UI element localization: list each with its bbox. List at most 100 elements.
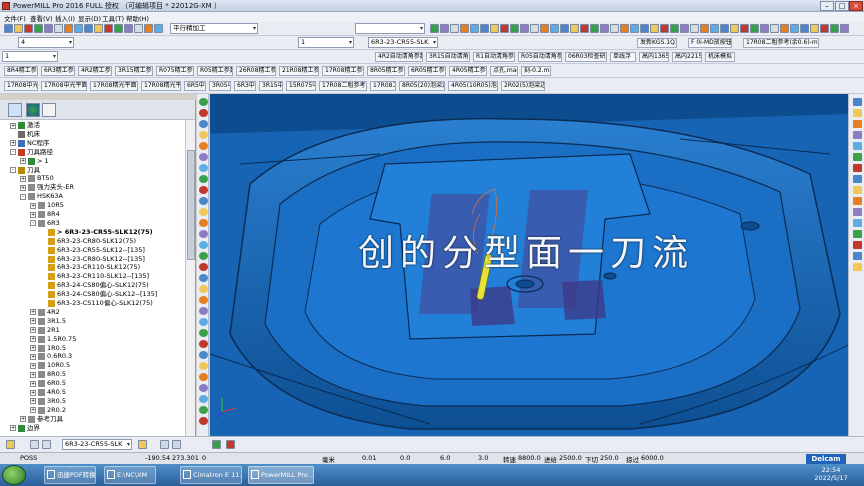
expander-icon[interactable]: + <box>30 211 36 218</box>
macro-button[interactable]: 高内2215 <box>672 52 702 62</box>
view-orientation-icon[interactable] <box>853 208 862 216</box>
toolbar-icon[interactable] <box>144 24 153 33</box>
expander-icon[interactable]: + <box>30 309 36 316</box>
tree-item[interactable]: +4R0.5 <box>30 388 66 397</box>
toolbar-icon[interactable] <box>610 24 619 33</box>
expander-icon[interactable]: + <box>30 362 36 369</box>
macro-button[interactable]: 8R05精工参数 <box>367 66 405 76</box>
expander-icon[interactable]: + <box>30 398 36 405</box>
toolbar-icon[interactable] <box>640 24 649 33</box>
tree-item[interactable]: 6R3-24-CS80偏心-SLK12--[135] <box>40 290 157 299</box>
macro-button[interactable]: 17R08二粗参考(余0.6) <box>319 81 367 91</box>
macro-button[interactable]: 点孔.mac <box>490 66 518 76</box>
macro-button[interactable]: 4R2精工参数 <box>78 66 112 76</box>
tool-list-icon[interactable] <box>160 440 169 449</box>
view-tool-icon[interactable] <box>199 296 208 304</box>
globe-tab-icon[interactable] <box>26 103 40 117</box>
tree-item[interactable]: > 6R3-23-CR55-SLK12(75) <box>40 228 153 237</box>
tree-item[interactable]: + NC程序 <box>10 139 49 148</box>
expander-icon[interactable]: + <box>30 345 36 351</box>
macro-button[interactable]: 4R05精工参数 <box>449 66 487 76</box>
macro-button[interactable]: 4R2自动清角参数 <box>375 52 423 62</box>
macro-button[interactable]: 3R05中圆 <box>209 81 231 91</box>
tree-item[interactable]: - 刀具路径 <box>10 148 53 157</box>
tree-item[interactable]: +8R0.5 <box>30 370 66 379</box>
toolbar-icon[interactable] <box>750 24 759 33</box>
tree-item[interactable]: 6R3-24-CS80偏心-SLK12(75) <box>40 281 149 290</box>
toolbar-icon[interactable] <box>44 24 53 33</box>
view-tool-icon[interactable] <box>199 208 208 216</box>
view-tool-icon[interactable] <box>199 109 208 117</box>
tree-item[interactable]: + 强力夹头-ER <box>20 183 74 192</box>
view-tool-icon[interactable] <box>199 241 208 249</box>
count-combo[interactable]: 1 ▾ <box>298 37 354 48</box>
view-tool-icon[interactable] <box>199 230 208 238</box>
tree-item[interactable]: - HSK63A <box>20 192 63 201</box>
macro-button[interactable]: 8R4精工参数 <box>4 66 38 76</box>
macro-button[interactable]: 3R15自动清角参数 <box>426 52 470 62</box>
toolbar-icon[interactable] <box>94 24 103 33</box>
view-tool-icon[interactable] <box>199 307 208 315</box>
graphics-viewport[interactable]: 创的分型面一刀流 <box>210 94 848 436</box>
toolbar-icon[interactable] <box>440 24 449 33</box>
task-powermill[interactable]: PowerMILL Pro ... <box>248 466 314 484</box>
view-orientation-icon[interactable] <box>853 131 862 139</box>
strategy-combo[interactable]: 平行精加工 ▾ <box>170 23 258 34</box>
explorer-tab-icon[interactable] <box>8 103 22 117</box>
macro-button[interactable]: 2R02(5)泡梁边界 <box>501 81 545 91</box>
toolbar-icon[interactable] <box>490 24 499 33</box>
tree-item[interactable]: +8R4 <box>30 210 60 219</box>
toolbar-icon[interactable] <box>450 24 459 33</box>
expander-icon[interactable]: - <box>10 149 16 156</box>
toolbar-icon[interactable] <box>600 24 609 33</box>
toolbar-icon[interactable] <box>520 24 529 33</box>
tree-item[interactable]: 6R3-23-CR80-SLK12(75) <box>40 237 136 246</box>
expander-icon[interactable]: + <box>20 175 26 182</box>
macro-button[interactable]: 17R08精光平面 <box>141 81 181 91</box>
view-tool-icon[interactable] <box>199 197 208 205</box>
toolbar-icon[interactable] <box>34 24 43 33</box>
macro-button[interactable]: 06R03检查研磨 <box>565 52 607 62</box>
toolbar-icon[interactable] <box>114 24 123 33</box>
toolbar-icon[interactable] <box>84 24 93 33</box>
task-cimatron[interactable]: Cimatron E 11.0... <box>180 466 242 484</box>
view-orientation-icon[interactable] <box>853 241 862 249</box>
view-orientation-icon[interactable] <box>853 153 862 161</box>
macro-button[interactable]: 6R3中圆 <box>234 81 256 91</box>
tree-item[interactable]: +1.5R0.75 <box>30 335 76 344</box>
macro-button[interactable]: 21R08精工参数 <box>279 66 319 76</box>
toolbar-icon[interactable] <box>770 24 779 33</box>
macro-button[interactable]: 17R08中光平面 <box>4 81 38 91</box>
view-orientation-icon[interactable] <box>853 109 862 117</box>
toolbar-icon[interactable] <box>74 24 83 33</box>
view-tool-icon[interactable] <box>199 318 208 326</box>
toolbar-icon[interactable] <box>800 24 809 33</box>
macro-button[interactable]: R05自动清角参数 <box>518 52 562 62</box>
tree-item[interactable]: +10R0.5 <box>30 361 70 370</box>
expander-icon[interactable]: + <box>30 318 36 325</box>
view-tool-icon[interactable] <box>199 219 208 227</box>
explorer-scrollbar[interactable] <box>185 120 195 436</box>
expander-icon[interactable]: + <box>30 371 36 378</box>
tree-item[interactable]: +2R0.2 <box>30 406 66 415</box>
bottom-tool-combo[interactable]: 6R3-23-CR55-SLK ▾ <box>62 439 132 450</box>
tree-item[interactable]: 6R3-23-CR110-SLK12(75) <box>40 263 140 272</box>
toolbar-icon[interactable] <box>570 24 579 33</box>
expander-icon[interactable]: + <box>20 184 26 191</box>
grid-alt-icon[interactable] <box>42 440 51 449</box>
macro-button[interactable]: 15R075中圆 <box>286 81 316 91</box>
tree-item[interactable]: +0.6R0.3 <box>30 352 72 361</box>
expander-icon[interactable]: - <box>10 167 16 173</box>
toolbar-icon[interactable] <box>630 24 639 33</box>
toolbar-icon[interactable] <box>510 24 519 33</box>
macro-button[interactable]: 6R3精工参数 <box>41 66 75 76</box>
expander-icon[interactable]: - <box>20 193 26 200</box>
view-tool-icon[interactable] <box>199 395 208 403</box>
expander-icon[interactable]: + <box>10 140 16 147</box>
maximize-button[interactable]: □ <box>835 1 849 11</box>
toolbar-icon[interactable] <box>104 24 113 33</box>
toolbar-icon[interactable] <box>470 24 479 33</box>
view-tool-icon[interactable] <box>199 384 208 392</box>
macro-button[interactable]: R05精工参数 <box>197 66 233 76</box>
toolbar-combo[interactable]: ▾ <box>355 23 425 34</box>
